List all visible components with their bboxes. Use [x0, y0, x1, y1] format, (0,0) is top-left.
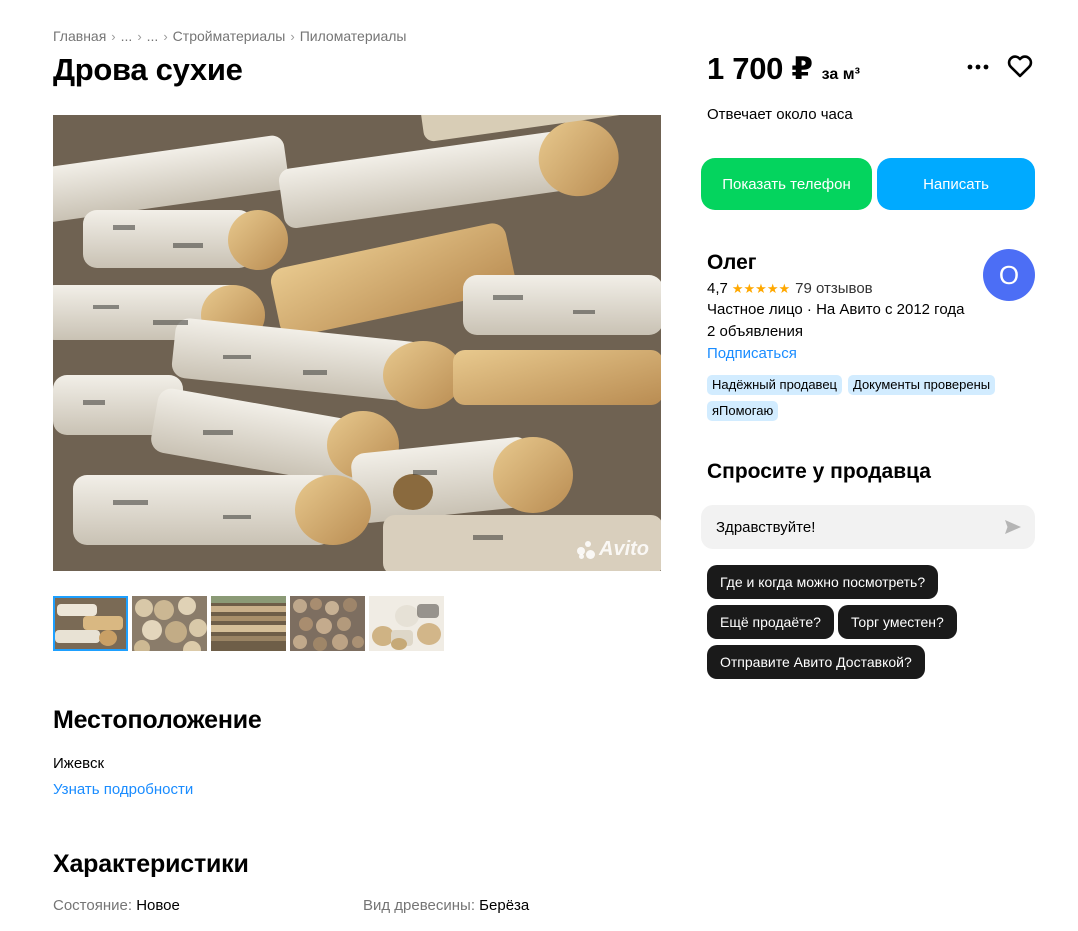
- avito-watermark: Avito: [577, 538, 649, 561]
- page-title: Дрова сухие: [53, 52, 243, 87]
- seller-rating: 4,7 ★★★★★ 79 отзывов: [707, 280, 873, 297]
- seller-name[interactable]: Олег: [707, 251, 757, 275]
- show-phone-button[interactable]: Показать телефон: [701, 158, 872, 210]
- write-message-button[interactable]: Написать: [877, 158, 1035, 210]
- breadcrumb-separator: ›: [163, 28, 168, 44]
- firewood-image: [53, 115, 661, 571]
- char-key: Состояние:: [53, 897, 133, 914]
- characteristics-title: Характеристики: [53, 850, 249, 878]
- characteristics-row: Состояние: Новое Вид древесины: Берёза: [53, 897, 673, 921]
- reviews-link[interactable]: 79 отзывов: [795, 280, 873, 297]
- thumbnail-4[interactable]: [290, 596, 365, 651]
- breadcrumb-item-construction[interactable]: Стройматериалы: [173, 28, 286, 44]
- breadcrumb-separator: ›: [111, 28, 116, 44]
- question-chip-bargain[interactable]: Торг уместен?: [837, 605, 957, 639]
- price-unit: за м³: [821, 66, 860, 83]
- question-chip-view[interactable]: Где и когда можно посмотреть?: [707, 565, 939, 599]
- char-value: Новое: [136, 897, 180, 914]
- ask-seller-title: Спросите у продавца: [707, 460, 931, 483]
- send-icon[interactable]: [1003, 517, 1023, 537]
- badge-reliable-seller[interactable]: Надёжный продавец: [707, 375, 842, 395]
- favorite-button[interactable]: [1005, 52, 1035, 80]
- quick-questions: Где и когда можно посмотреть? Ещё продаё…: [707, 565, 1037, 679]
- location-city: Ижевск: [53, 755, 105, 772]
- price: 1 700 ₽ за м³: [707, 51, 860, 87]
- seller-badges: Надёжный продавец Документы проверены яП…: [707, 375, 1027, 421]
- breadcrumb-item[interactable]: ...: [147, 28, 159, 44]
- more-options-button[interactable]: [963, 55, 993, 79]
- message-input[interactable]: Здравствуйте!: [701, 505, 1035, 549]
- thumbnail-strip: [53, 596, 444, 651]
- location-details-link[interactable]: Узнать подробности: [53, 781, 193, 798]
- breadcrumb-home[interactable]: Главная: [53, 28, 106, 44]
- location-title: Местоположение: [53, 706, 262, 734]
- main-photo[interactable]: Avito: [53, 115, 661, 571]
- char-value: Берёза: [479, 897, 530, 914]
- characteristics-list: Состояние: Новое Вид древесины: Берёза: [53, 897, 673, 921]
- badge-ya-pomogayu[interactable]: яПомогаю: [707, 401, 779, 421]
- avatar[interactable]: О: [983, 249, 1035, 301]
- watermark-text: Avito: [599, 538, 649, 560]
- question-chip-delivery[interactable]: Отправите Авито Доставкой?: [707, 645, 925, 679]
- more-dots-icon: [967, 64, 989, 70]
- rating-stars-icon: ★★★★★: [731, 280, 791, 296]
- char-condition: Состояние: Новое: [53, 897, 363, 921]
- char-wood-type: Вид древесины: Берёза: [363, 897, 673, 921]
- heart-icon: [1007, 55, 1033, 78]
- breadcrumb-item-lumber[interactable]: Пиломатериалы: [300, 28, 407, 44]
- price-value: 1 700 ₽: [707, 51, 813, 86]
- breadcrumb-separator: ›: [137, 28, 142, 44]
- seller-ads-count[interactable]: 2 объявления: [707, 323, 803, 340]
- thumbnail-2[interactable]: [132, 596, 207, 651]
- seller-type: Частное лицо · На Авито с 2012 года: [707, 301, 965, 318]
- thumbnail-3[interactable]: [211, 596, 286, 651]
- avito-logo-icon: [577, 540, 595, 559]
- subscribe-link[interactable]: Подписаться: [707, 345, 797, 362]
- badge-documents-verified[interactable]: Документы проверены: [848, 375, 996, 395]
- thumbnail-1[interactable]: [53, 596, 128, 651]
- message-input-value: Здравствуйте!: [716, 518, 816, 536]
- char-key: Вид древесины:: [363, 897, 475, 914]
- breadcrumb: Главная › ... › ... › Стройматериалы › П…: [53, 28, 406, 44]
- breadcrumb-item[interactable]: ...: [121, 28, 133, 44]
- rating-value: 4,7: [707, 280, 728, 297]
- question-chip-still-selling[interactable]: Ещё продаёте?: [707, 605, 834, 639]
- breadcrumb-separator: ›: [290, 28, 295, 44]
- reply-time: Отвечает около часа: [707, 106, 853, 123]
- thumbnail-5[interactable]: [369, 596, 444, 651]
